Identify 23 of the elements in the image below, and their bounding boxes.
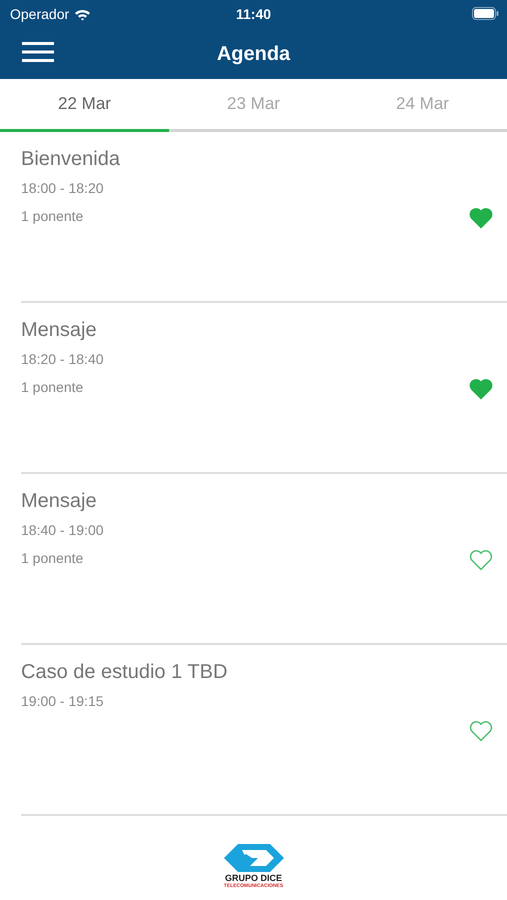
logo-icon [224, 844, 284, 872]
carrier-name: Operador [10, 4, 70, 24]
status-time: 11:40 [236, 4, 272, 24]
session-time: 18:20 - 18:40 [21, 350, 104, 368]
session-title: Caso de estudio 1 TBD [21, 660, 228, 684]
session-time: 19:00 - 19:15 [21, 692, 104, 710]
screen-title: Agenda [216, 42, 290, 66]
date-tab[interactable]: 23 Mar [169, 79, 338, 129]
menu-icon [22, 42, 54, 62]
wifi-icon [74, 8, 92, 20]
battery-icon [472, 7, 499, 20]
logo-name: GRUPO DICE [224, 873, 282, 883]
speaker-count: 1 ponente [21, 378, 84, 396]
speaker-count: 1 ponente [21, 549, 84, 567]
session-time: 18:00 - 18:20 [21, 179, 104, 197]
session-title: Mensaje [21, 318, 97, 342]
session-title: Mensaje [21, 489, 97, 513]
speaker-count: 1 ponente [21, 207, 84, 225]
session-title: Bienvenida [21, 147, 120, 171]
date-tab[interactable]: 22 Mar [0, 79, 169, 132]
date-tab[interactable]: 24 Mar [338, 79, 507, 129]
menu-button[interactable] [22, 41, 54, 63]
session-time: 18:40 - 19:00 [21, 521, 104, 539]
